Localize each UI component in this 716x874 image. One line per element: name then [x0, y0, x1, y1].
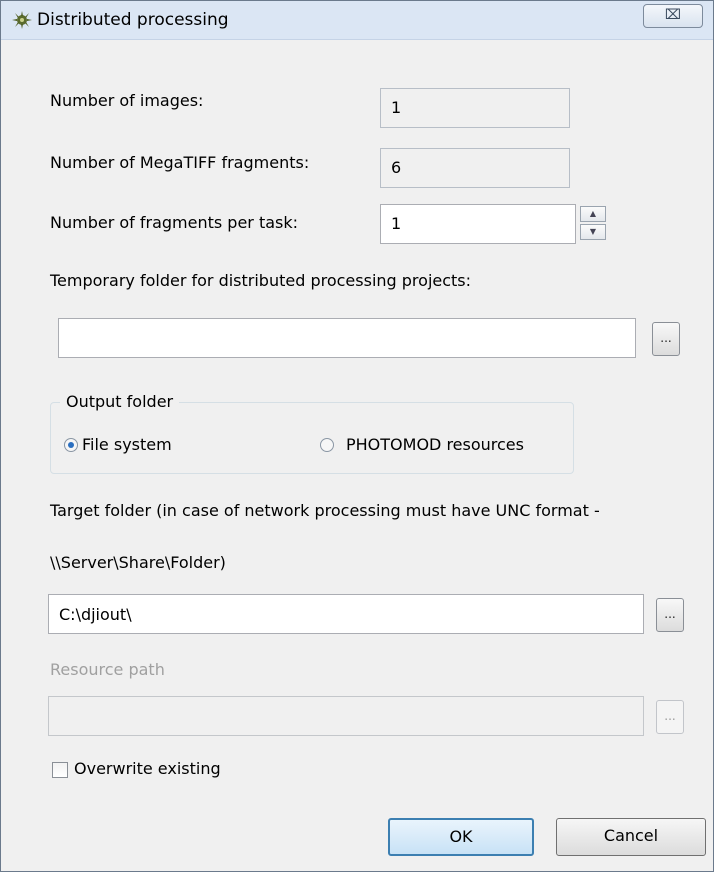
photomod-resources-label[interactable]: PHOTOMOD resources — [346, 435, 524, 454]
overwrite-existing-checkbox[interactable] — [52, 762, 68, 778]
output-folder-title: Output folder — [60, 392, 180, 411]
close-button[interactable]: ⌧ — [643, 4, 703, 28]
spin-down-icon[interactable]: ▼ — [580, 224, 606, 240]
spin-up-icon[interactable]: ▲ — [580, 206, 606, 222]
fragments-label: Number of MegaTIFF fragments: — [50, 153, 310, 172]
resource-path-label: Resource path — [50, 660, 165, 679]
photomod-resources-radio[interactable] — [320, 438, 334, 452]
title-bar[interactable]: Distributed processing ⌧ — [1, 1, 713, 40]
file-system-label[interactable]: File system — [82, 435, 172, 454]
fragments-count-field: 6 — [380, 148, 570, 188]
window-title: Distributed processing — [37, 10, 229, 30]
images-label: Number of images: — [50, 91, 204, 110]
file-system-radio[interactable] — [64, 438, 78, 452]
temp-folder-browse-button[interactable]: ... — [652, 322, 680, 356]
cancel-button[interactable]: Cancel — [556, 818, 706, 856]
fragments-per-task-stepper[interactable]: ▲ ▼ — [580, 206, 608, 242]
ok-button[interactable]: OK — [388, 818, 534, 856]
target-folder-input[interactable] — [48, 594, 644, 634]
overwrite-existing-label[interactable]: Overwrite existing — [74, 759, 221, 778]
fragments-per-task-label: Number of fragments per task: — [50, 213, 299, 232]
temp-folder-input[interactable] — [58, 318, 636, 358]
resource-path-browse-button: ... — [656, 700, 684, 734]
fragments-per-task-input[interactable]: 1 — [380, 204, 576, 244]
target-folder-label: Target folder (in case of network proces… — [50, 501, 600, 520]
app-icon — [12, 11, 32, 29]
temp-folder-label: Temporary folder for distributed process… — [50, 271, 472, 290]
resource-path-input — [48, 696, 644, 736]
close-icon: ⌧ — [664, 7, 682, 23]
target-folder-label-unc: \\Server\Share\Folder) — [50, 553, 226, 572]
images-count-field: 1 — [380, 88, 570, 128]
target-folder-browse-button[interactable]: ... — [656, 598, 684, 632]
